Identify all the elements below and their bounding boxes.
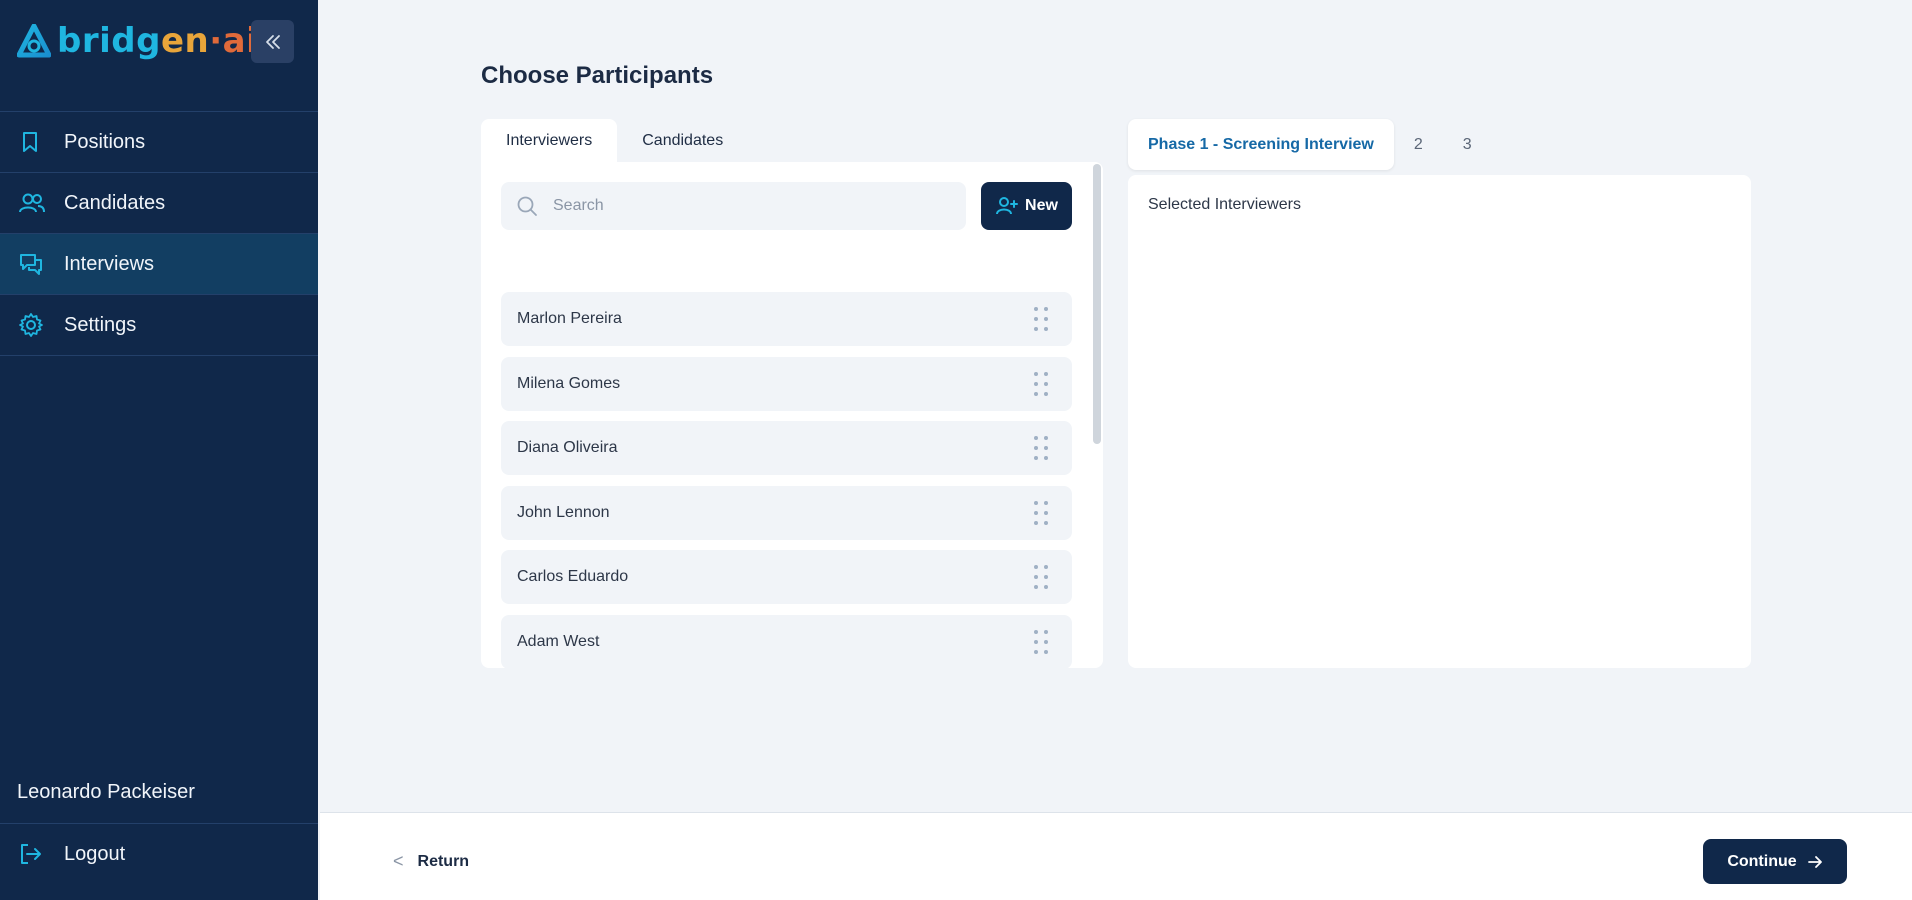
sidebar-item-positions[interactable]: Positions <box>0 112 318 173</box>
drag-handle-icon[interactable] <box>1034 500 1048 525</box>
continue-button[interactable]: Continue <box>1703 839 1847 884</box>
chat-icon <box>0 252 64 276</box>
gear-icon <box>0 312 64 338</box>
list-item[interactable]: Milena Gomes <box>501 356 1072 411</box>
drag-handle-icon[interactable] <box>1034 629 1048 654</box>
logout-label: Logout <box>64 842 126 865</box>
sidebar: bridgen·ai Positions Candidates Intervie… <box>0 0 318 900</box>
drag-handle-icon[interactable] <box>1034 307 1048 331</box>
tab-phase-1[interactable]: Phase 1 - Screening Interview <box>1128 119 1394 170</box>
sidebar-item-label: Positions <box>64 130 146 153</box>
selected-interviewers-panel[interactable]: Selected Interviewers <box>1128 175 1751 668</box>
logo-text: bridgen·ai <box>57 21 259 61</box>
users-icon <box>0 191 64 215</box>
page-title: Choose Participants <box>481 62 714 89</box>
drag-handle-icon[interactable] <box>1034 436 1048 460</box>
drag-handle-icon[interactable] <box>1034 371 1048 396</box>
sidebar-item-candidates[interactable]: Candidates <box>0 173 318 234</box>
logo[interactable]: bridgen·ai <box>17 22 258 60</box>
selected-interviewers-heading: Selected Interviewers <box>1148 196 1301 213</box>
tab-phase-2[interactable]: 2 <box>1394 119 1443 170</box>
list-item[interactable]: Diana Oliveira <box>501 421 1072 475</box>
phase-tabs: Phase 1 - Screening Interview 2 3 <box>1128 119 1492 170</box>
search-icon <box>501 195 553 217</box>
tab-phase-3[interactable]: 3 <box>1443 119 1492 170</box>
scrollbar-thumb[interactable] <box>1093 164 1101 444</box>
return-button[interactable]: < Return <box>393 851 469 872</box>
sidebar-nav: Positions Candidates Interviews Settings <box>0 111 318 356</box>
participants-list: Marlon Pereira Milena Gomes Diana Olivei… <box>501 292 1072 668</box>
participants-scrollbar[interactable] <box>1091 162 1103 668</box>
drag-handle-icon[interactable] <box>1034 565 1048 589</box>
footer-bar: < Return Continue <box>320 812 1912 900</box>
add-user-icon <box>996 197 1019 215</box>
double-chevron-left-icon <box>265 34 280 49</box>
participant-type-tabs: Interviewers Candidates <box>481 119 748 162</box>
return-label: Return <box>417 852 470 870</box>
list-item[interactable]: Carlos Eduardo <box>501 550 1072 604</box>
sidebar-item-label: Candidates <box>64 191 166 214</box>
participant-name: Marlon Pereira <box>517 310 622 327</box>
tab-candidates[interactable]: Candidates <box>617 119 748 162</box>
search-input[interactable] <box>553 197 953 215</box>
continue-label: Continue <box>1727 852 1797 870</box>
participants-panel: New Marlon Pereira Milena Gomes Diana Ol… <box>481 162 1103 668</box>
sidebar-item-settings[interactable]: Settings <box>0 295 318 356</box>
new-button-label: New <box>1025 197 1058 214</box>
participant-name: Adam West <box>517 632 600 650</box>
arrow-right-icon <box>1807 855 1822 868</box>
chevron-left-icon: < <box>393 851 404 871</box>
user-name: Leonardo Packeiser <box>17 781 195 803</box>
logo-mark-icon <box>17 24 51 58</box>
participant-name: Carlos Eduardo <box>517 568 629 585</box>
tab-interviewers[interactable]: Interviewers <box>481 119 618 162</box>
bookmark-icon <box>0 130 64 154</box>
list-item[interactable]: John Lennon <box>501 485 1072 540</box>
collapse-sidebar-button[interactable] <box>251 20 294 63</box>
logout-button[interactable]: Logout <box>0 823 318 884</box>
participant-name: Milena Gomes <box>517 374 621 392</box>
participant-name: John Lennon <box>517 503 610 521</box>
list-item[interactable]: Marlon Pereira <box>501 292 1072 346</box>
new-participant-button[interactable]: New <box>981 182 1072 230</box>
logout-icon <box>0 841 64 867</box>
sidebar-item-interviews[interactable]: Interviews <box>0 234 318 295</box>
participant-name: Diana Oliveira <box>517 439 618 456</box>
search-box <box>501 182 966 230</box>
sidebar-item-label: Interviews <box>64 252 155 275</box>
list-item[interactable]: Adam West <box>501 614 1072 668</box>
sidebar-item-label: Settings <box>64 313 137 336</box>
